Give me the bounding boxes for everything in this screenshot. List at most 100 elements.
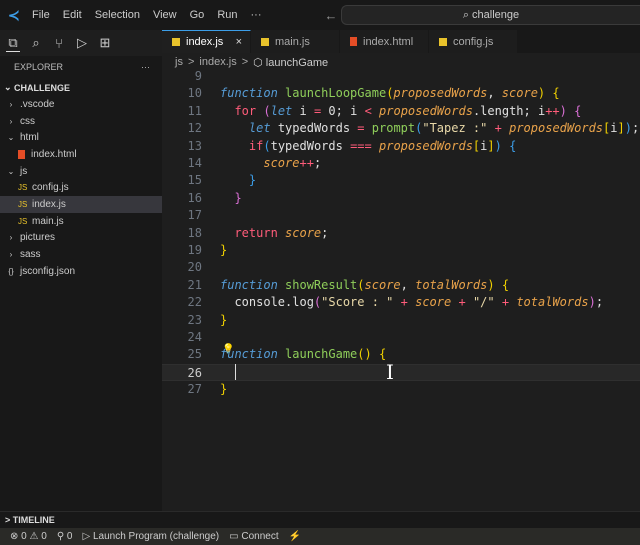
json-file-icon: {} [8, 266, 14, 276]
explorer-icon[interactable]: ⧉ [6, 35, 20, 52]
tree-item[interactable]: › css [0, 113, 162, 130]
code-line[interactable]: 26 [162, 363, 640, 382]
close-tab-button[interactable]: × [236, 36, 242, 48]
code-token: score [415, 295, 452, 310]
code-token: { [509, 138, 517, 153]
code-token: proposedWords [509, 121, 604, 136]
code-line[interactable]: 11 for (let i = 0; i < proposedWords.len… [162, 103, 640, 120]
tree-item-label: config.js [32, 182, 69, 194]
tab-index-html[interactable]: index.html [340, 30, 429, 53]
code-token: let [248, 121, 271, 136]
code-token: + [400, 295, 408, 310]
code-line[interactable]: 13 if(typedWords === proposedWords[i]) { [162, 138, 640, 155]
ports-indicator[interactable]: ⚲ 0 [57, 531, 73, 542]
menu-item-1[interactable]: Edit [63, 9, 82, 21]
lightbulb-icon[interactable]: 💡 [222, 344, 234, 355]
status-bar: ⊗ 0 ⚠ 0 ⚲ 0 ▷ Launch Program (challenge) ▭ … [0, 528, 640, 545]
tree-item[interactable]: index.html [0, 146, 162, 163]
code-line[interactable]: 17 [162, 207, 640, 224]
code-line[interactable]: 10 function launchLoopGame(proposedWords,… [162, 85, 640, 102]
tree-item-label: html [20, 132, 39, 144]
code-token: typedWords [270, 138, 351, 153]
code-token: < [364, 103, 372, 118]
code-token: for [234, 103, 264, 118]
search-icon[interactable]: ⌕ [29, 35, 43, 51]
code-line[interactable]: 19} [162, 242, 640, 259]
tree-item-label: index.html [31, 148, 77, 160]
tree-item[interactable]: {} jsconfig.json [0, 263, 162, 280]
code-line[interactable]: 23} [162, 312, 640, 329]
code-token: + [501, 295, 510, 310]
code-line[interactable]: 20 [162, 259, 640, 276]
connect-button[interactable]: ▭ Connect [229, 531, 278, 542]
code-token: () [357, 347, 372, 362]
code-line[interactable]: 14 score++; [162, 155, 640, 172]
tab-config-js[interactable]: config.js [429, 30, 518, 53]
extensions-icon[interactable]: ⊞ [98, 35, 112, 51]
code-token: + [494, 121, 502, 136]
breadcrumb-item[interactable]: js [175, 56, 183, 68]
menu-item-2[interactable]: Selection [95, 9, 140, 21]
code-line[interactable]: 21 function showResult(score, totalWords)… [162, 277, 640, 294]
folder-section-challenge[interactable]: ⌄ CHALLENGE [0, 79, 162, 96]
code-token: + [458, 295, 466, 310]
breadcrumb-item[interactable]: index.js [199, 56, 236, 68]
menu-item-6[interactable]: ··· [251, 9, 262, 21]
code-line[interactable]: 9 [162, 68, 640, 85]
code-token: "Tapez :" [422, 121, 488, 136]
menu-bar: File Edit Selection View Go Run ··· [32, 9, 275, 21]
code-token: ] [487, 138, 495, 153]
tree-item-label: css [20, 115, 35, 127]
code-token: ; [313, 156, 322, 170]
menu-item-3[interactable]: View [153, 9, 177, 21]
line-number: 15 [187, 173, 202, 188]
menu-item-5[interactable]: Run [217, 9, 237, 21]
code-line[interactable]: 18 return score; [162, 225, 640, 242]
code-line[interactable]: 22 console.log("Score : " + score + "/" … [162, 294, 640, 311]
tab-label: index.html [363, 35, 414, 48]
code-line[interactable]: 27} [162, 381, 640, 398]
tab-index-js[interactable]: index.js × [162, 30, 251, 53]
code-token: if [248, 138, 264, 153]
line-number: 12 [187, 121, 202, 136]
tree-item[interactable]: JS index.js [0, 196, 162, 213]
code-line[interactable]: 16 } [162, 190, 640, 207]
tab-label: index.js [186, 36, 224, 48]
tab-main-js[interactable]: main.js [251, 30, 340, 53]
source-control-icon[interactable]: ⑂ [52, 36, 66, 51]
launch-program-button[interactable]: ▷ Launch Program (challenge) [82, 531, 219, 542]
code-token: proposedWords [379, 103, 473, 118]
tree-item-label: pictures [20, 232, 56, 244]
tree-item[interactable]: JS config.js [0, 179, 162, 196]
tree-item[interactable]: › sass [0, 246, 162, 263]
tree-item[interactable]: › .vscode [0, 96, 162, 113]
code-token: ) [494, 138, 502, 153]
code-token: ) [588, 295, 596, 310]
code-token: ) [559, 103, 567, 118]
code-token: proposedWords [379, 138, 473, 153]
lightning-icon[interactable]: ⚡ [289, 531, 301, 542]
code-line[interactable]: 12 let typedWords = prompt("Tapez :" + p… [162, 120, 640, 137]
tree-item[interactable]: ⌄ html [0, 129, 162, 146]
tree-item[interactable]: › pictures [0, 230, 162, 247]
code-token: showResult [285, 277, 358, 292]
menu-item-0[interactable]: File [32, 9, 50, 21]
line-number: 11 [187, 103, 202, 118]
run-debug-icon[interactable]: ▷ [75, 35, 89, 51]
problems-indicator[interactable]: ⊗ 0 ⚠ 0 [10, 531, 47, 542]
breadcrumb-item[interactable]: ⬡ launchGame [253, 56, 328, 69]
tree-item[interactable]: ⌄ js [0, 163, 162, 180]
code-token: ; [631, 121, 640, 136]
code-editor[interactable]: 9 10 function launchLoopGame (proposedWords… [162, 68, 640, 511]
code-line[interactable]: 15 } [162, 172, 640, 189]
tree-item[interactable]: JS main.js [0, 213, 162, 230]
more-actions-button[interactable]: ··· [141, 62, 150, 72]
folder-chevron-icon: › [9, 99, 13, 109]
command-center-search[interactable]: ⌕ challenge [341, 5, 640, 25]
timeline-section[interactable]: > TIMELINE [0, 511, 640, 528]
menu-item-4[interactable]: Go [190, 9, 205, 21]
